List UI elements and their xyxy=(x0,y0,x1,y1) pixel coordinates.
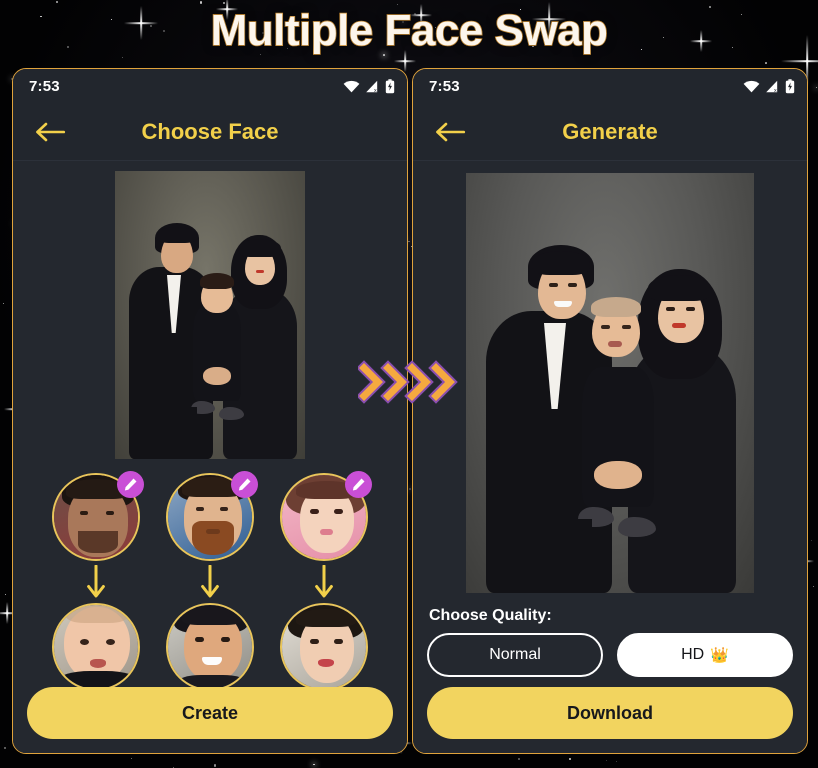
star xyxy=(409,488,412,491)
status-clock: 7:53 xyxy=(29,77,60,95)
sparkle xyxy=(806,60,808,62)
star xyxy=(4,747,6,749)
page-title: Multiple Face Swap xyxy=(210,5,609,56)
phone-panel-choose-face: 7:53 x Choose Face Create xyxy=(12,68,408,754)
battery-charging-icon xyxy=(385,78,395,93)
source-face-cell-1 xyxy=(52,471,144,561)
battery-charging-icon xyxy=(785,78,795,93)
star xyxy=(121,57,123,59)
target-face-avatar-1[interactable] xyxy=(52,603,140,691)
face-mapping-section xyxy=(27,471,393,691)
star xyxy=(56,1,59,4)
target-face-row xyxy=(52,603,368,691)
star xyxy=(815,87,817,88)
status-icon-group: x xyxy=(343,78,395,94)
status-bar-left: 7:53 x xyxy=(13,69,407,103)
result-photo[interactable] xyxy=(466,173,754,593)
star xyxy=(615,760,617,762)
source-photo-wrap xyxy=(27,161,393,459)
signal-icon: x xyxy=(366,80,378,93)
target-face-avatar-3[interactable] xyxy=(280,603,368,691)
star xyxy=(172,766,174,768)
down-arrow-icon xyxy=(201,565,219,598)
screen-body-left: Create xyxy=(13,161,407,753)
quality-options: Normal HD 👑 xyxy=(427,633,793,677)
mapping-arrow-cell-3 xyxy=(280,565,368,601)
quality-option-normal-label: Normal xyxy=(489,646,541,663)
status-bar-right: 7:53 x xyxy=(413,69,807,103)
sparkle xyxy=(404,60,406,62)
star xyxy=(569,757,572,760)
source-face-row xyxy=(52,471,372,561)
edit-pencil-icon xyxy=(124,478,137,491)
quality-option-normal[interactable]: Normal xyxy=(427,633,603,677)
quality-option-hd-label: HD xyxy=(681,646,705,663)
sparkle xyxy=(6,612,8,614)
back-button-right[interactable] xyxy=(423,121,479,143)
star xyxy=(605,759,608,762)
down-arrow-icon xyxy=(87,565,105,598)
screen-body-right: Choose Quality: Normal HD 👑 Download xyxy=(413,161,807,753)
edit-badge-1[interactable] xyxy=(117,471,144,498)
target-face-cell-2 xyxy=(166,603,254,691)
source-face-cell-2 xyxy=(166,471,258,561)
chevrons-right-icon xyxy=(358,356,462,408)
mapping-arrow-cell-1 xyxy=(52,565,140,601)
star xyxy=(223,1,226,4)
svg-text:x: x xyxy=(774,88,777,93)
status-clock: 7:53 xyxy=(429,77,460,95)
wifi-icon xyxy=(343,80,360,92)
edit-pencil-icon xyxy=(352,478,365,491)
star xyxy=(131,757,133,759)
wifi-icon xyxy=(743,80,760,92)
star xyxy=(813,585,814,587)
mapping-arrow-row xyxy=(52,565,368,601)
status-icon-group: x xyxy=(743,78,795,94)
chevron-group-icon xyxy=(358,360,458,404)
target-face-cell-1 xyxy=(52,603,140,691)
star xyxy=(3,303,5,305)
target-face-avatar-2[interactable] xyxy=(166,603,254,691)
phone-panel-generate: 7:53 x Generate Choose Quality: Normal H… xyxy=(412,68,808,754)
star xyxy=(199,1,203,4)
download-button[interactable]: Download xyxy=(427,687,793,739)
star xyxy=(765,62,767,64)
app-screenshot: Multiple Face Swap 7:53 x Choose Face Cr… xyxy=(0,0,818,768)
star xyxy=(518,757,521,760)
quality-label: Choose Quality: xyxy=(429,607,552,624)
star xyxy=(313,764,315,766)
back-arrow-icon xyxy=(436,122,466,141)
source-photo[interactable] xyxy=(115,171,305,459)
svg-text:x: x xyxy=(374,88,377,93)
edit-pencil-icon xyxy=(238,478,251,491)
edit-badge-3[interactable] xyxy=(345,471,372,498)
star xyxy=(810,539,812,541)
target-face-cell-3 xyxy=(280,603,368,691)
star xyxy=(408,240,411,243)
quality-option-hd[interactable]: HD 👑 xyxy=(617,633,793,677)
mapping-arrow-cell-2 xyxy=(166,565,254,601)
crown-icon: 👑 xyxy=(710,647,729,664)
app-bar-left: Choose Face xyxy=(13,103,407,161)
source-face-cell-3 xyxy=(280,471,372,561)
signal-icon: x xyxy=(766,80,778,93)
down-arrow-icon xyxy=(315,565,333,598)
back-arrow-icon xyxy=(36,122,66,141)
result-photo-wrap xyxy=(427,161,793,593)
create-button[interactable]: Create xyxy=(27,687,393,739)
edit-badge-2[interactable] xyxy=(231,471,258,498)
back-button-left[interactable] xyxy=(23,121,79,143)
star xyxy=(213,764,216,767)
star xyxy=(5,593,6,595)
app-bar-right: Generate xyxy=(413,103,807,161)
